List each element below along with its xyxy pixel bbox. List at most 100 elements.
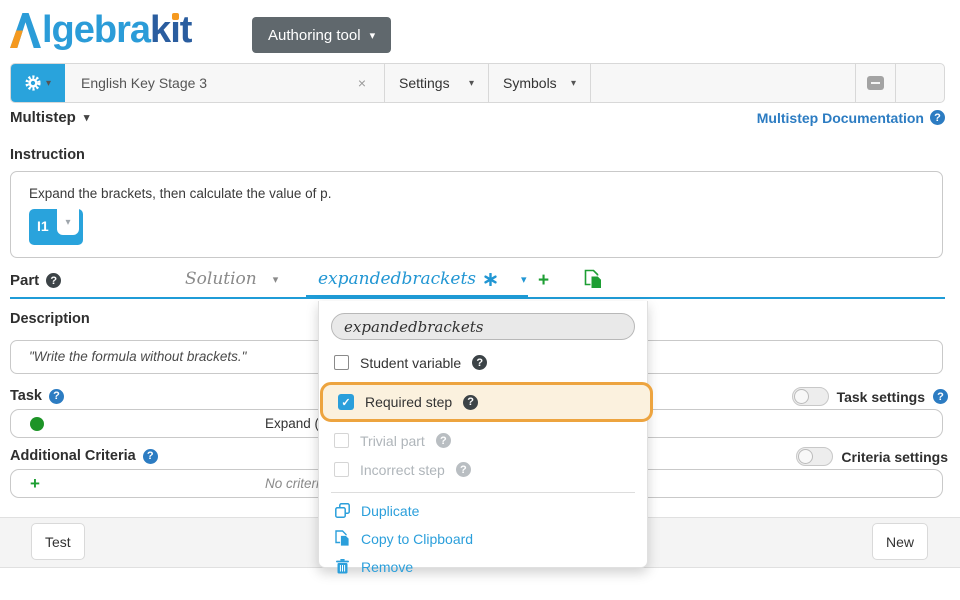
student-variable-label: Student variable xyxy=(360,355,461,371)
help-icon[interactable]: ? xyxy=(933,389,948,404)
help-icon[interactable]: ? xyxy=(472,355,487,370)
chevron-down-icon: ▾ xyxy=(571,78,576,89)
copy-to-clipboard-label: Copy to Clipboard xyxy=(361,531,473,547)
test-button[interactable]: Test xyxy=(31,523,85,560)
help-icon[interactable]: ? xyxy=(930,110,945,125)
chevron-down-icon: ▾ xyxy=(370,29,376,42)
toggle-knob xyxy=(798,449,813,464)
interaction-tag-label: I1 xyxy=(37,218,49,234)
checkbox-checked[interactable]: ✓ xyxy=(338,394,354,410)
part-name-input[interactable] xyxy=(331,313,635,340)
tab-bar-spacer xyxy=(591,64,856,102)
help-icon[interactable]: ? xyxy=(46,273,61,288)
logo-text-k: k xyxy=(150,9,170,52)
part-options-menu: Student variable ? ✓ Required step ? Tri… xyxy=(318,301,648,568)
incorrect-step-label: Incorrect step xyxy=(360,462,445,478)
tab-symbols[interactable]: Symbols ▾ xyxy=(489,64,591,102)
settings-label: Settings xyxy=(399,75,450,91)
description-label: Description xyxy=(10,311,90,327)
interaction-tag-dropdown[interactable]: ▾ xyxy=(57,209,79,235)
menu-item-duplicate[interactable]: Duplicate xyxy=(319,497,647,524)
option-student-variable[interactable]: Student variable ? xyxy=(319,349,647,376)
task-settings-toggle[interactable] xyxy=(792,387,829,406)
chevron-down-icon: ▾ xyxy=(84,111,90,124)
part-tab-solution[interactable]: Solution ▾ xyxy=(185,269,278,289)
help-icon[interactable]: ? xyxy=(436,433,451,448)
active-tab-underline xyxy=(306,295,528,299)
gear-icon xyxy=(25,75,41,91)
criteria-settings-control: Criteria settings xyxy=(796,447,948,466)
checkbox-unchecked[interactable] xyxy=(334,355,349,370)
chevron-down-icon: ▾ xyxy=(273,273,279,286)
documentation-link-label: Multistep Documentation xyxy=(757,110,924,126)
exercise-title-label: English Key Stage 3 xyxy=(81,75,207,91)
add-part-button[interactable]: + xyxy=(538,270,549,292)
required-step-label: Required step xyxy=(365,394,452,410)
multistep-row: Multistep ▾ Multistep Documentation ? xyxy=(10,109,945,126)
instruction-label: Instruction xyxy=(10,147,85,163)
tab-bar-end-spacer xyxy=(896,64,944,102)
task-label: Task ? xyxy=(10,388,64,404)
description-text: "Write the formula without brackets." xyxy=(29,349,246,364)
help-icon[interactable]: ? xyxy=(456,462,471,477)
close-tab-icon[interactable]: × xyxy=(356,75,368,91)
collapse-button[interactable] xyxy=(856,64,896,102)
option-incorrect-step[interactable]: Incorrect step ? xyxy=(319,456,647,483)
tab-exercise-title[interactable]: English Key Stage 3 × xyxy=(65,64,385,102)
multistep-dropdown[interactable]: Multistep ▾ xyxy=(10,109,89,126)
remove-label: Remove xyxy=(361,559,413,575)
criteria-settings-toggle[interactable] xyxy=(796,447,833,466)
logo-a-mark xyxy=(10,13,41,48)
menu-divider xyxy=(331,492,635,493)
task-settings-control: Task settings ? xyxy=(792,387,948,406)
minimize-icon xyxy=(867,76,884,90)
interaction-tag[interactable]: I1 ▾ xyxy=(29,209,83,245)
part-tabs-row: Part ? Solution ▾ expandedbrackets ▾ + xyxy=(10,266,945,299)
trivial-part-label: Trivial part xyxy=(360,433,425,449)
part-label: Part ? xyxy=(10,272,61,289)
task-settings-label: Task settings xyxy=(837,389,925,405)
toggle-knob xyxy=(794,389,809,404)
chevron-down-icon: ▾ xyxy=(521,273,527,286)
instruction-text: Expand the brackets, then calculate the … xyxy=(29,186,331,201)
multistep-label: Multistep xyxy=(10,109,76,126)
checkbox-unchecked[interactable] xyxy=(334,433,349,448)
help-icon[interactable]: ? xyxy=(463,395,478,410)
trash-icon xyxy=(336,559,349,574)
required-step-asterisk-icon xyxy=(484,273,497,286)
symbols-label: Symbols xyxy=(503,75,557,91)
authoring-tool-label: Authoring tool xyxy=(268,27,361,44)
exercise-tab-bar: ▾ English Key Stage 3 × Settings ▾ Symbo… xyxy=(10,63,945,103)
task-text: Expand ( xyxy=(11,416,319,431)
no-criteria-text: No criteri xyxy=(11,476,319,491)
duplicate-label: Duplicate xyxy=(361,503,419,519)
help-icon[interactable]: ? xyxy=(143,449,158,464)
authoring-tool-button[interactable]: Authoring tool ▾ xyxy=(252,17,391,53)
algebrakit-authoring-page: lgebrakıt Authoring tool ▾ ▾ English Key… xyxy=(0,0,960,600)
option-trivial-part[interactable]: Trivial part ? xyxy=(319,427,647,454)
logo-text-t: t xyxy=(180,9,192,52)
paste-part-button[interactable] xyxy=(584,269,603,295)
additional-criteria-label: Additional Criteria ? xyxy=(10,448,158,464)
part-tab-expandedbrackets[interactable]: expandedbrackets ▾ xyxy=(318,269,527,289)
checkbox-unchecked[interactable] xyxy=(334,462,349,477)
multistep-documentation-link[interactable]: Multistep Documentation ? xyxy=(757,110,945,126)
chevron-down-icon: ▾ xyxy=(469,78,474,89)
new-button[interactable]: New xyxy=(872,523,928,560)
instruction-box[interactable]: Expand the brackets, then calculate the … xyxy=(10,171,943,258)
logo-text-body: lgebra xyxy=(42,9,150,52)
duplicate-icon xyxy=(335,503,350,518)
paste-icon xyxy=(584,269,603,290)
menu-item-remove[interactable]: Remove xyxy=(319,553,647,580)
criteria-settings-label: Criteria settings xyxy=(841,449,948,465)
logo-text-i: ı xyxy=(170,9,180,52)
gear-menu-button[interactable]: ▾ xyxy=(11,64,65,102)
algebrakit-logo: lgebrakıt xyxy=(10,6,191,54)
tab-settings[interactable]: Settings ▾ xyxy=(385,64,489,102)
option-required-step[interactable]: ✓ Required step ? xyxy=(323,389,650,415)
logo-i-dot xyxy=(172,13,179,20)
help-icon[interactable]: ? xyxy=(49,389,64,404)
menu-item-copy-to-clipboard[interactable]: Copy to Clipboard xyxy=(319,525,647,552)
active-tab-label: expandedbrackets xyxy=(318,269,476,289)
solution-tab-label: Solution xyxy=(185,269,257,289)
